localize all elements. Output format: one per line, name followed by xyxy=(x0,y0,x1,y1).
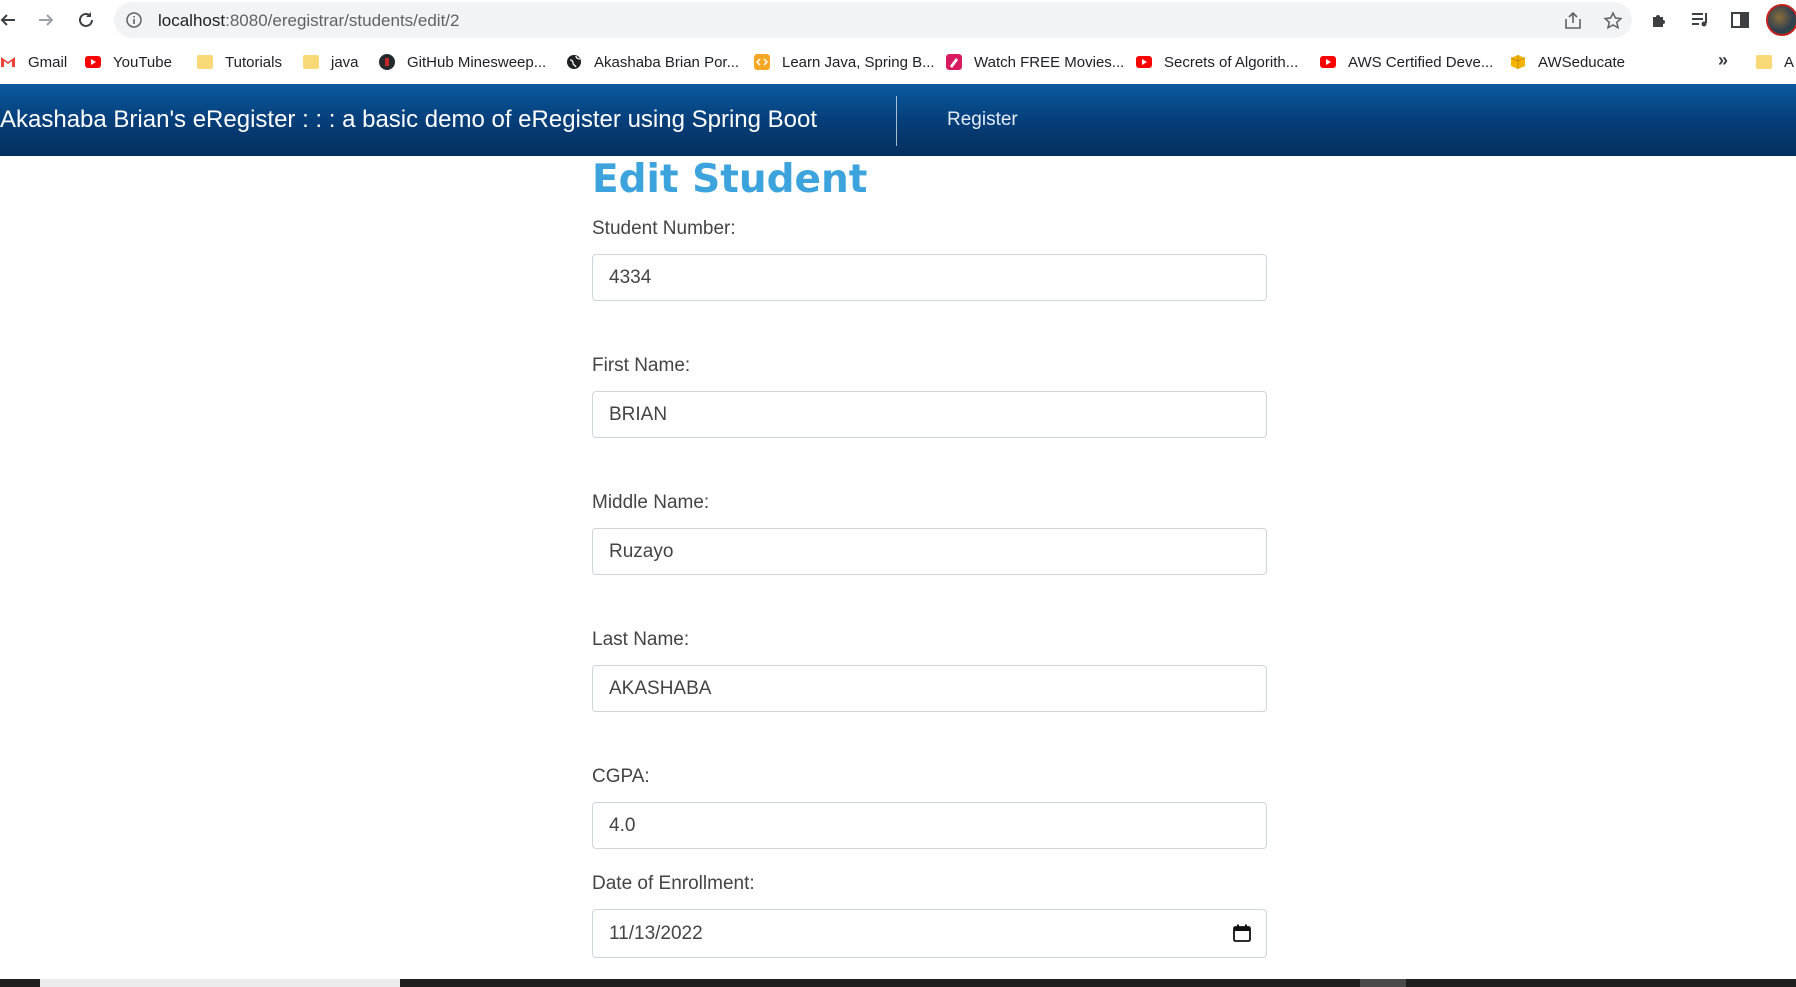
bookmark-java[interactable]: java xyxy=(303,51,359,73)
bookmark-free-movies[interactable]: Watch FREE Movies... xyxy=(946,51,1124,73)
bookmark-label: GitHub Minesweep... xyxy=(407,53,547,71)
navbar-divider xyxy=(896,96,897,146)
bookmark-github-minesweeper[interactable]: GitHub Minesweep... xyxy=(379,51,546,73)
bookmark-awseducate[interactable]: AWSeducate xyxy=(1510,51,1625,73)
youtube-icon xyxy=(1320,56,1336,68)
url-host: localhost xyxy=(158,11,226,30)
url-path: :8080/eregistrar/students/edit/2 xyxy=(225,11,460,30)
url-text[interactable]: localhost:8080/eregistrar/students/edit/… xyxy=(158,11,459,31)
middle-name-input[interactable]: Ruzayo xyxy=(592,528,1267,575)
bookmark-label: Akashaba Brian Por... xyxy=(594,53,740,71)
code-icon xyxy=(754,54,770,70)
bookmark-star-icon[interactable] xyxy=(1602,10,1624,32)
last-name-input[interactable]: AKASHABA xyxy=(592,665,1267,712)
back-arrow-icon[interactable] xyxy=(0,8,20,32)
student-number-label: Student Number: xyxy=(592,218,736,239)
date-of-enrollment-input[interactable]: 11/13/2022 xyxy=(592,909,1267,958)
bookmarks-overflow-chevron[interactable]: » xyxy=(1718,50,1728,71)
folder-icon xyxy=(1756,55,1772,69)
bookmark-gmail[interactable]: Gmail xyxy=(0,51,67,73)
profile-avatar[interactable] xyxy=(1766,4,1796,36)
bookmark-tutorials[interactable]: Tutorials xyxy=(197,51,282,73)
date-of-enrollment-value: 11/13/2022 xyxy=(609,922,703,944)
youtube-icon xyxy=(85,56,101,68)
first-name-input[interactable]: BRIAN xyxy=(592,391,1267,438)
bookmark-akashaba-portfolio[interactable]: Akashaba Brian Por... xyxy=(566,51,739,73)
side-panel-icon[interactable] xyxy=(1728,8,1752,32)
reload-icon[interactable] xyxy=(74,8,98,32)
cgpa-label: CGPA: xyxy=(592,766,650,787)
date-of-enrollment-label: Date of Enrollment: xyxy=(592,873,755,894)
aws-icon xyxy=(1510,55,1526,69)
bookmark-youtube[interactable]: YouTube xyxy=(85,51,172,73)
bookmark-label: YouTube xyxy=(113,53,172,71)
bookmark-secrets-algorithms[interactable]: Secrets of Algorith... xyxy=(1136,51,1298,73)
calendar-icon[interactable] xyxy=(1232,923,1252,943)
taskbar-strip xyxy=(0,979,1796,987)
register-link[interactable]: Register xyxy=(947,109,1018,131)
gmail-icon xyxy=(1,57,15,67)
media-queue-icon[interactable] xyxy=(1688,8,1712,32)
globe-icon xyxy=(567,55,581,69)
bookmark-label: Learn Java, Spring B... xyxy=(782,53,935,71)
extensions-puzzle-icon[interactable] xyxy=(1648,8,1672,32)
bookmark-label: Secrets of Algorith... xyxy=(1164,53,1299,71)
bookmark-label: Tutorials xyxy=(225,53,282,71)
movie-icon xyxy=(946,54,962,70)
app-navbar: Akashaba Brian's eRegister : : : a basic… xyxy=(0,84,1796,156)
bookmark-learn-java[interactable]: Learn Java, Spring B... xyxy=(754,51,935,73)
student-number-input[interactable]: 4334 xyxy=(592,254,1267,301)
bookmark-label: AWSeducate xyxy=(1538,53,1625,71)
folder-icon xyxy=(197,55,213,69)
cgpa-input[interactable]: 4.0 xyxy=(592,802,1267,849)
bookmark-label: java xyxy=(331,53,359,71)
navbar-brand[interactable]: Akashaba Brian's eRegister : : : a basic… xyxy=(0,106,817,134)
middle-name-label: Middle Name: xyxy=(592,492,710,513)
bookmark-label: A xyxy=(1784,53,1795,71)
bookmark-other-folder[interactable]: A xyxy=(1756,51,1794,73)
github-icon xyxy=(379,54,395,70)
bookmarks-bar: Gmail YouTube Tutorials java GitHub Mine… xyxy=(0,44,1796,80)
bookmark-label: Watch FREE Movies... xyxy=(974,53,1125,71)
youtube-icon xyxy=(1136,56,1152,68)
first-name-label: First Name: xyxy=(592,355,691,376)
page-title: Edit Student xyxy=(592,157,868,202)
bookmark-label: AWS Certified Deve... xyxy=(1348,53,1494,71)
folder-icon xyxy=(303,55,319,69)
browser-toolbar: localhost:8080/eregistrar/students/edit/… xyxy=(0,0,1796,40)
last-name-label: Last Name: xyxy=(592,629,690,650)
address-bar[interactable]: localhost:8080/eregistrar/students/edit/… xyxy=(114,2,1632,38)
share-icon[interactable] xyxy=(1562,10,1584,32)
bookmark-aws-certified[interactable]: AWS Certified Deve... xyxy=(1320,51,1493,73)
site-info-icon[interactable] xyxy=(126,12,142,28)
forward-arrow-icon[interactable] xyxy=(34,8,58,32)
bookmark-label: Gmail xyxy=(28,53,68,71)
